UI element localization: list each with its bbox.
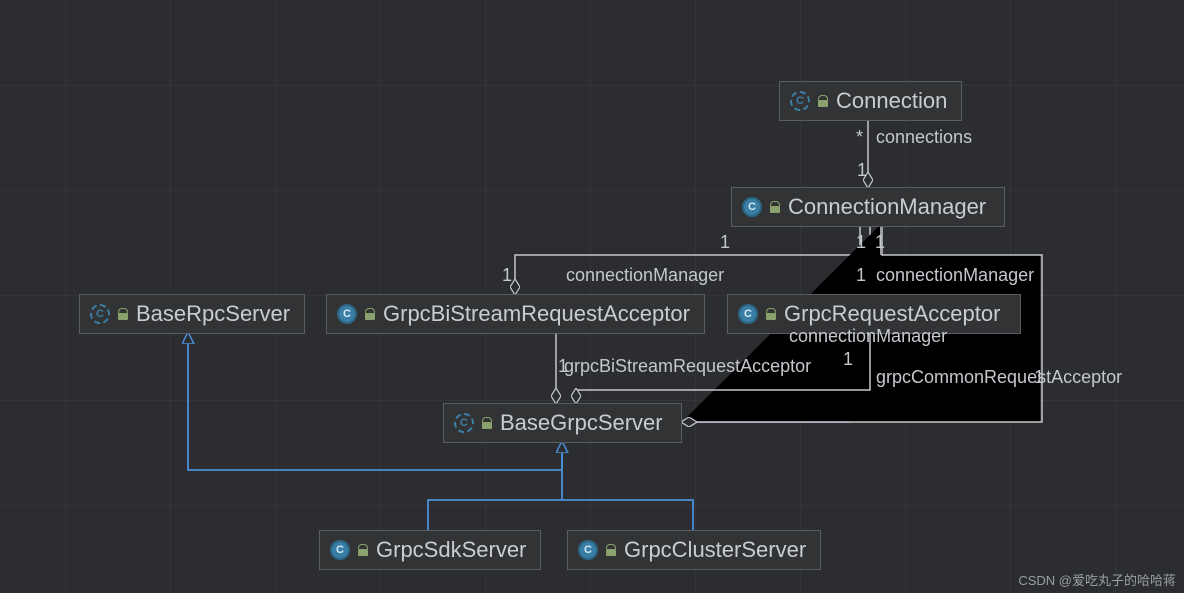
class-icon (742, 197, 762, 217)
class-label: Connection (836, 88, 947, 114)
class-node-grpcSdkServer[interactable]: GrpcSdkServer (319, 530, 541, 570)
edge-label-connections_name: connections (876, 127, 972, 148)
edge-label-cm_top_right2: 1 (875, 232, 885, 253)
class-label: BaseGrpcServer (500, 410, 663, 436)
edge-label-cm_top_left: 1 (720, 232, 730, 253)
edge-label-bgrpc_cm_one: 1 (843, 349, 853, 370)
class-label: ConnectionManager (788, 194, 986, 220)
class-node-grpcClusterServer[interactable]: GrpcClusterServer (567, 530, 821, 570)
class-node-baseGrpcServer[interactable]: BaseGrpcServer (443, 403, 682, 443)
class-node-baseRpcServer[interactable]: BaseRpcServer (79, 294, 305, 334)
lock-icon (770, 201, 780, 213)
class-node-connection[interactable]: Connection (779, 81, 962, 121)
edge-label-bgrpc_cm_label: connectionManager (789, 326, 947, 347)
edge-label-bi_acceptor_label: grpcBiStreamRequestAcceptor (564, 356, 811, 377)
class-label: GrpcClusterServer (624, 537, 806, 563)
class-icon (337, 304, 357, 324)
class-label: GrpcBiStreamRequestAcceptor (383, 301, 690, 327)
lock-icon (818, 95, 828, 107)
edge-label-req_cm_one: 1 (856, 265, 866, 286)
class-icon (454, 413, 474, 433)
lock-icon (118, 308, 128, 320)
class-icon (90, 304, 110, 324)
class-icon (790, 91, 810, 111)
class-label: GrpcRequestAcceptor (784, 301, 1000, 327)
class-node-connectionManager[interactable]: ConnectionManager (731, 187, 1005, 227)
edge-label-bi_acceptor_one: 1 (558, 356, 568, 377)
class-icon (330, 540, 350, 560)
edge-label-req_cm_label: connectionManager (876, 265, 1034, 286)
edge-label-common_one: 1 (1034, 367, 1044, 388)
edge-label-bi_cm_label: connectionManager (566, 265, 724, 286)
watermark: CSDN @爱吃丸子的哈哈蒋 (1018, 570, 1176, 589)
lock-icon (358, 544, 368, 556)
edge-label-common_label: grpcCommonRequestAcceptor (876, 367, 1122, 388)
class-node-grpcBiStreamAcceptor[interactable]: GrpcBiStreamRequestAcceptor (326, 294, 705, 334)
class-icon (578, 540, 598, 560)
lock-icon (482, 417, 492, 429)
lock-icon (766, 308, 776, 320)
class-label: BaseRpcServer (136, 301, 290, 327)
edge-label-connections_one: 1 (857, 160, 867, 181)
edge-label-bi_cm_one: 1 (502, 265, 512, 286)
edge-label-cm_top_right1: 1 (856, 232, 866, 253)
class-icon (738, 304, 758, 324)
lock-icon (606, 544, 616, 556)
lock-icon (365, 308, 375, 320)
edge-label-connections_star: * (856, 127, 863, 148)
class-label: GrpcSdkServer (376, 537, 526, 563)
